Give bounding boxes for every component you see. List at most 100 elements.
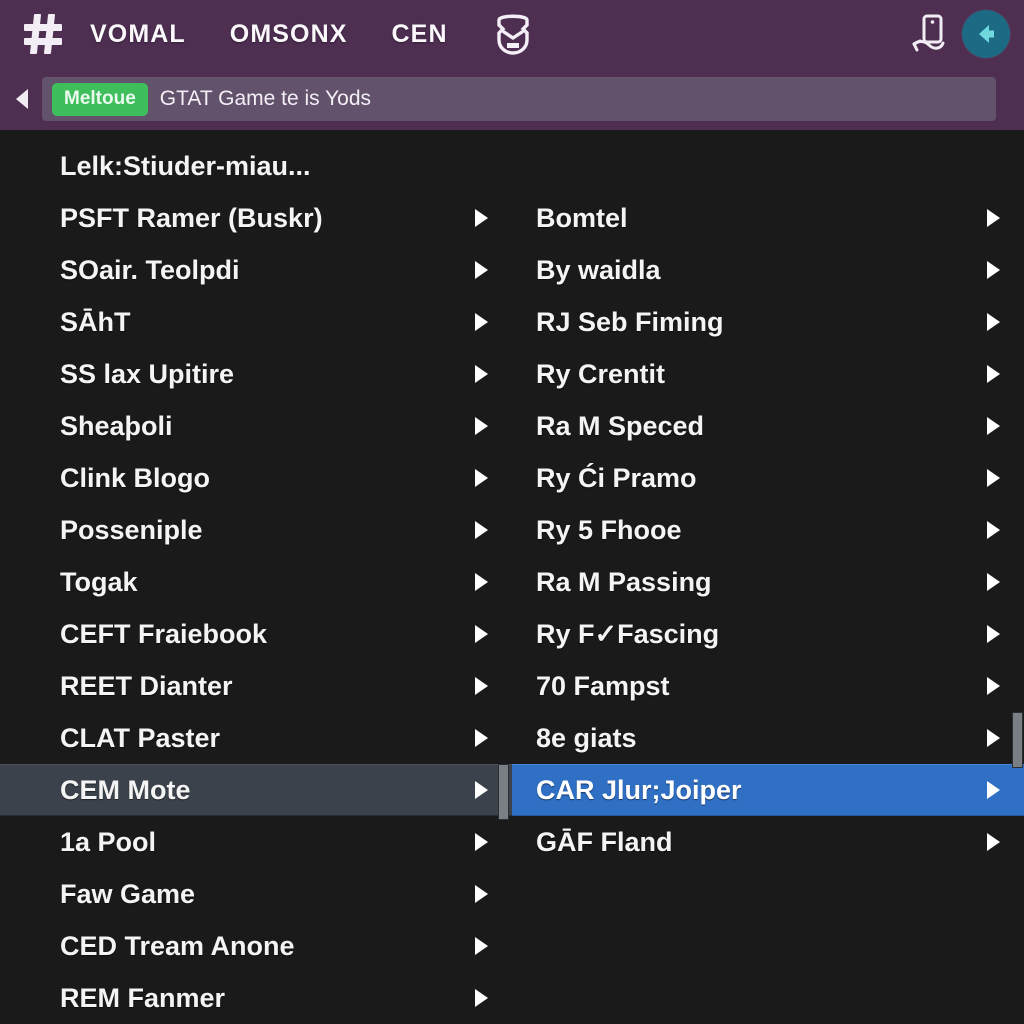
menu-title: Lelk:Stiuder-miau... xyxy=(60,151,311,181)
menu-item-label: 1a Pool xyxy=(60,826,157,857)
menu-item-ry-crentit[interactable]: Ry Crentit xyxy=(512,348,1024,400)
menu-column-right: Bomtel By waidla RJ Seb Fiming Ry Crentit Ra… xyxy=(512,130,1024,1024)
menu-item-psft-ramer-buskr[interactable]: PSFT Ramer (Buskr) xyxy=(0,192,512,244)
menu-list-left: PSFT Ramer (Buskr) SOair. Teolpdi SĀhT SS l… xyxy=(0,192,512,1024)
scrollbar-thumb-right[interactable] xyxy=(1012,712,1023,768)
menu-item-label: Ra M Passing xyxy=(536,566,712,597)
chevron-right-icon xyxy=(475,781,488,799)
menu-item-clink-blogo[interactable]: Clink Blogo xyxy=(0,452,512,504)
menu-item-label: Faw Game xyxy=(60,878,196,909)
menu-item-label: Ry Crentit xyxy=(536,358,666,389)
breadcrumb-text: GTAT Game te is Yods xyxy=(159,87,372,110)
chevron-right-icon xyxy=(475,469,488,487)
menu-item-ceft-fraiebook[interactable]: CEFT Fraiebook xyxy=(0,608,512,660)
nav-item-vomal[interactable]: VOMAL xyxy=(90,20,186,49)
menu-item-posseniple[interactable]: Posseniple xyxy=(0,504,512,556)
scrollbar-right[interactable] xyxy=(1011,130,1024,1024)
chevron-right-icon xyxy=(987,365,1000,383)
chevron-right-icon xyxy=(475,521,488,539)
menu-item-1a-pool[interactable]: 1a Pool xyxy=(0,816,512,868)
menu-item-clat-paster[interactable]: CLAT Paster xyxy=(0,712,512,764)
chevron-right-icon xyxy=(987,313,1000,331)
chevron-right-icon xyxy=(475,625,488,643)
scrollbar-left[interactable] xyxy=(497,130,510,1024)
menu-item-label: Ry F✓Fascing xyxy=(536,618,720,649)
menu-item-label: CLAT Paster xyxy=(60,722,221,753)
chevron-right-icon xyxy=(475,573,488,591)
menu-item-by-waidla[interactable]: By waidla xyxy=(512,244,1024,296)
breadcrumb-field[interactable]: Meltoue GTAT Game te is Yods xyxy=(42,77,996,121)
menu-item-8e-giats[interactable]: 8e giats xyxy=(512,712,1024,764)
menu-item-label: CED Tream Anone xyxy=(60,930,295,961)
nav-item-cen[interactable]: CEN xyxy=(392,20,448,49)
menu-item-ry-i-pramo[interactable]: Ry Ći Pramo xyxy=(512,452,1024,504)
menu-item-label: Bomtel xyxy=(536,202,628,233)
menu-item-label: RJ Seb Fiming xyxy=(536,306,724,337)
chevron-right-icon xyxy=(475,833,488,851)
chevron-right-icon xyxy=(987,209,1000,227)
menu-item-ced-tream-anone[interactable]: CED Tream Anone xyxy=(0,920,512,972)
menu-item-label: GĀF Fland xyxy=(536,826,673,857)
chevron-right-icon xyxy=(475,313,488,331)
menu-item-ry-f-fascing[interactable]: Ry F✓Fascing xyxy=(512,608,1024,660)
menu-item-label: REET Dianter xyxy=(60,670,233,701)
chevron-right-icon xyxy=(475,729,488,747)
menu-item-car-jlur-joiper[interactable]: CAR Jlur;Joiper xyxy=(512,764,1024,816)
menu-item-label: Clink Blogo xyxy=(60,462,210,493)
menu-item-label: CEFT Fraiebook xyxy=(60,618,268,649)
menu-item-faw-game[interactable]: Faw Game xyxy=(0,868,512,920)
chevron-right-icon xyxy=(475,677,488,695)
menu-item-ra-m-passing[interactable]: Ra M Passing xyxy=(512,556,1024,608)
scrollbar-thumb-left[interactable] xyxy=(498,764,509,820)
menu-item-ry-5-fhooe[interactable]: Ry 5 Fhooe xyxy=(512,504,1024,556)
share-back-arrow-icon xyxy=(979,25,994,43)
back-caret-icon[interactable] xyxy=(8,84,36,114)
menu-item-bomtel[interactable]: Bomtel xyxy=(512,192,1024,244)
menu-column-left: Lelk:Stiuder-miau... PSFT Ramer (Buskr) S… xyxy=(0,130,512,1024)
chevron-right-icon xyxy=(987,521,1000,539)
chevron-right-icon xyxy=(987,625,1000,643)
nav-item-omsonx[interactable]: OMSONX xyxy=(230,20,348,49)
chevron-right-icon xyxy=(987,261,1000,279)
menu-item-label: Ry 5 Fhooe xyxy=(536,514,682,545)
share-back-arrow-button[interactable] xyxy=(962,10,1010,58)
chevron-right-icon xyxy=(987,417,1000,435)
menu-item-s-ht[interactable]: SĀhT xyxy=(0,296,512,348)
menu-item-cem-mote[interactable]: CEM Mote xyxy=(0,764,512,816)
menu-item-label: SS lax Upitire xyxy=(60,358,235,389)
chevron-right-icon xyxy=(475,885,488,903)
chevron-right-icon xyxy=(475,989,488,1007)
mask-helmet-icon[interactable] xyxy=(492,12,534,56)
status-badge[interactable]: Meltoue xyxy=(52,82,148,116)
menu-item-label: Ra M Speced xyxy=(536,410,705,441)
hash-logo-icon[interactable] xyxy=(22,13,64,55)
menu-item-soair-teolpdi[interactable]: SOair. Teolpdi xyxy=(0,244,512,296)
menu-item-rj-seb-fiming[interactable]: RJ Seb Fiming xyxy=(512,296,1024,348)
menu-item-togak[interactable]: Togak xyxy=(0,556,512,608)
mobile-phone-icon[interactable] xyxy=(912,14,946,54)
menu-item-label: Posseniple xyxy=(60,514,203,545)
menu-item-label: Ry Ći Pramo xyxy=(536,462,697,493)
app-header: VOMAL OMSONX CEN xyxy=(0,0,1024,68)
menu-item-rem-fanmer[interactable]: REM Fanmer xyxy=(0,972,512,1024)
menu-item-label: Sheaþoli xyxy=(60,410,173,441)
chevron-right-icon xyxy=(475,417,488,435)
menu-item-label: 8e giats xyxy=(536,722,637,753)
menu-item-reet-dianter[interactable]: REET Dianter xyxy=(0,660,512,712)
menu-list-right: Bomtel By waidla RJ Seb Fiming Ry Crentit Ra… xyxy=(512,192,1024,868)
app-root: VOMAL OMSONX CEN Meltoue GTAT Game te is… xyxy=(0,0,1024,1024)
chevron-right-icon xyxy=(475,209,488,227)
menu-item-label: Togak xyxy=(60,566,138,597)
menu-item-70-fampst[interactable]: 70 Fampst xyxy=(512,660,1024,712)
chevron-right-icon xyxy=(987,833,1000,851)
menu-item-ra-m-speced[interactable]: Ra M Speced xyxy=(512,400,1024,452)
menu-item-ss-lax-upitire[interactable]: SS lax Upitire xyxy=(0,348,512,400)
menu-item-label: CAR Jlur;Joiper xyxy=(536,774,742,805)
menu-item-label: CEM Mote xyxy=(60,774,191,805)
menu-item-label: SOair. Teolpdi xyxy=(60,254,240,285)
chevron-right-icon xyxy=(987,729,1000,747)
chevron-right-icon xyxy=(475,261,488,279)
menu-item-shea-oli[interactable]: Sheaþoli xyxy=(0,400,512,452)
menu-item-g-f-fland[interactable]: GĀF Fland xyxy=(512,816,1024,868)
chevron-right-icon xyxy=(987,469,1000,487)
